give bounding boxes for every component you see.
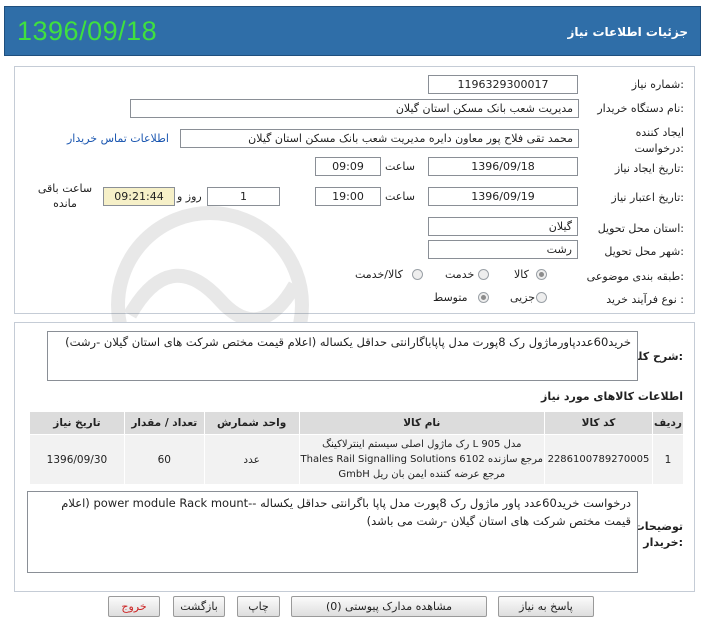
buyer-notes-textarea[interactable]: درخواست خرید60عدد پاور ماژول رک 8پورت مد… [27,491,638,573]
validity-date-field: 1396/09/19 [428,187,578,206]
category-radio-service[interactable] [478,269,489,280]
process-option-minor: جزیی [510,291,536,304]
category-option-service: خدمت [445,268,475,281]
delivery-city-label: شهر محل تحویل: [604,245,684,258]
process-radio-minor[interactable] [536,292,547,303]
view-attachments-button[interactable]: مشاهده مدارک پیوستی (0) [291,596,487,617]
col-header-name: نام کالا [298,411,545,435]
cell-unit: عدد [203,434,300,485]
date-stamp: 1396/09/18 [17,16,158,46]
category-radio-goods-service[interactable] [412,269,423,280]
category-option-goods: کالا [514,268,529,281]
created-time-field: 09:09 [315,157,381,176]
created-date-label: تاریخ ایجاد نیاز: [614,162,684,175]
category-label: طبقه بندی موضوعی: [586,270,684,283]
need-number-field: 1196329300017 [428,75,578,94]
created-time-label: ساعت [385,160,415,173]
summary-textarea[interactable]: خرید60عددپاورماژول رک 8پورت مدل پاپاباگا… [47,331,638,381]
delivery-province-field: گیلان [428,217,578,236]
print-button[interactable]: چاپ [237,596,280,617]
col-header-date: تاریخ نیاز [29,411,125,435]
validity-time-label: ساعت [385,190,415,203]
page-title: جزئیات اطلاعات نیاز [567,25,688,39]
remaining-time-label: ساعت باقی مانده [37,182,93,210]
page-header: جزئیات اطلاعات نیاز 1396/09/18 [4,6,701,56]
exit-button[interactable]: خروج [108,596,160,617]
cell-row: 1 [651,434,685,485]
col-header-qty: تعداد / مقدار [123,411,205,435]
need-number-label: شماره نیاز: [631,78,684,91]
remaining-time-field: 09:21:44 [103,187,175,206]
category-radio-goods[interactable] [536,269,547,280]
days-label: روز و [177,190,202,203]
cell-name-line-3: GmbH مرجع عرضه کننده ایمن بان ریل [338,469,506,480]
cell-code: 2286100789270005 [543,434,653,485]
cell-name-line-1: رک ماژول اصلی سیستم اینترلاکینگ L 905 مد… [322,439,522,450]
back-button[interactable]: بازگشت [173,596,225,617]
process-radio-medium[interactable] [478,292,489,303]
cell-qty: 60 [123,434,205,485]
delivery-province-label: استان محل تحویل: [597,222,684,235]
cell-name-line-2: Thales Rail Signalling Solutions 6102 مر… [300,454,544,465]
requester-field: محمد تقی فلاح پور معاون دایره مدیریت شعب… [180,129,579,148]
buyer-org-label: نام دستگاه خریدار: [597,102,684,115]
created-date-field: 1396/09/18 [428,157,578,176]
cell-name: رک ماژول اصلی سیستم اینترلاکینگ L 905 مد… [298,434,545,485]
col-header-code: کد کالا [543,411,653,435]
validity-days-field: 1 [207,187,280,206]
table-row: 1396/09/30 60 عدد رک ماژول اصلی سیستم ای… [29,434,685,485]
col-header-unit: واحد شمارش [203,411,300,435]
buyer-org-field: مدیریت شعب بانک مسکن استان گیلان [130,99,579,118]
validity-time-field: 19:00 [315,187,381,206]
items-table: تاریخ نیاز تعداد / مقدار واحد شمارش نام … [29,411,685,485]
validity-date-label: تاریخ اعتبار نیاز: [611,191,684,204]
items-section-title: اطلاعات کالاهای مورد نیاز [541,390,683,403]
process-option-medium: متوسط [433,291,468,304]
requester-label: ایجاد کننده درخواست: [634,126,685,155]
process-label: نوع فرآیند خرید : [606,293,684,306]
reply-button[interactable]: پاسخ به نیاز [498,596,594,617]
delivery-city-field: رشت [428,240,578,259]
category-option-goods-service: کالا/خدمت [355,268,403,281]
col-header-row: ردیف [651,411,685,435]
buyer-contact-link[interactable]: اطلاعات تماس خریدار [67,132,169,145]
cell-date: 1396/09/30 [29,434,125,485]
items-table-header: تاریخ نیاز تعداد / مقدار واحد شمارش نام … [29,411,685,435]
